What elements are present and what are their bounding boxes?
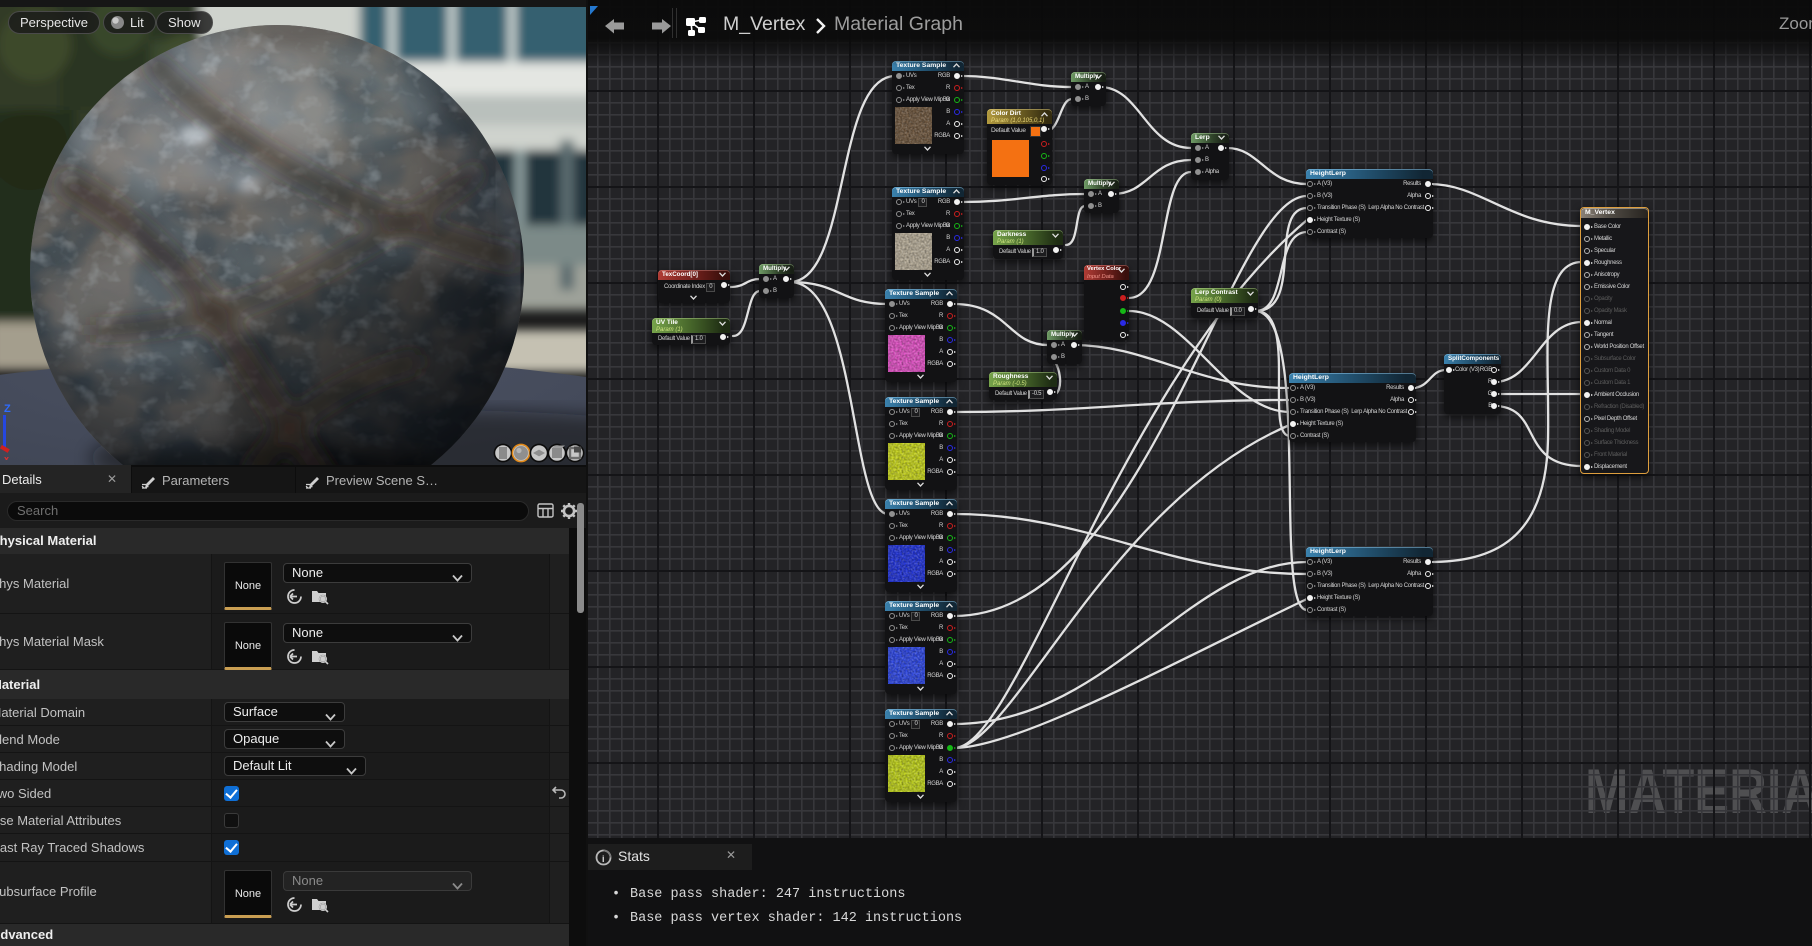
svg-text:x: x: [4, 454, 9, 460]
svg-text:i: i: [602, 854, 605, 864]
svg-text:Z: Z: [4, 403, 11, 415]
